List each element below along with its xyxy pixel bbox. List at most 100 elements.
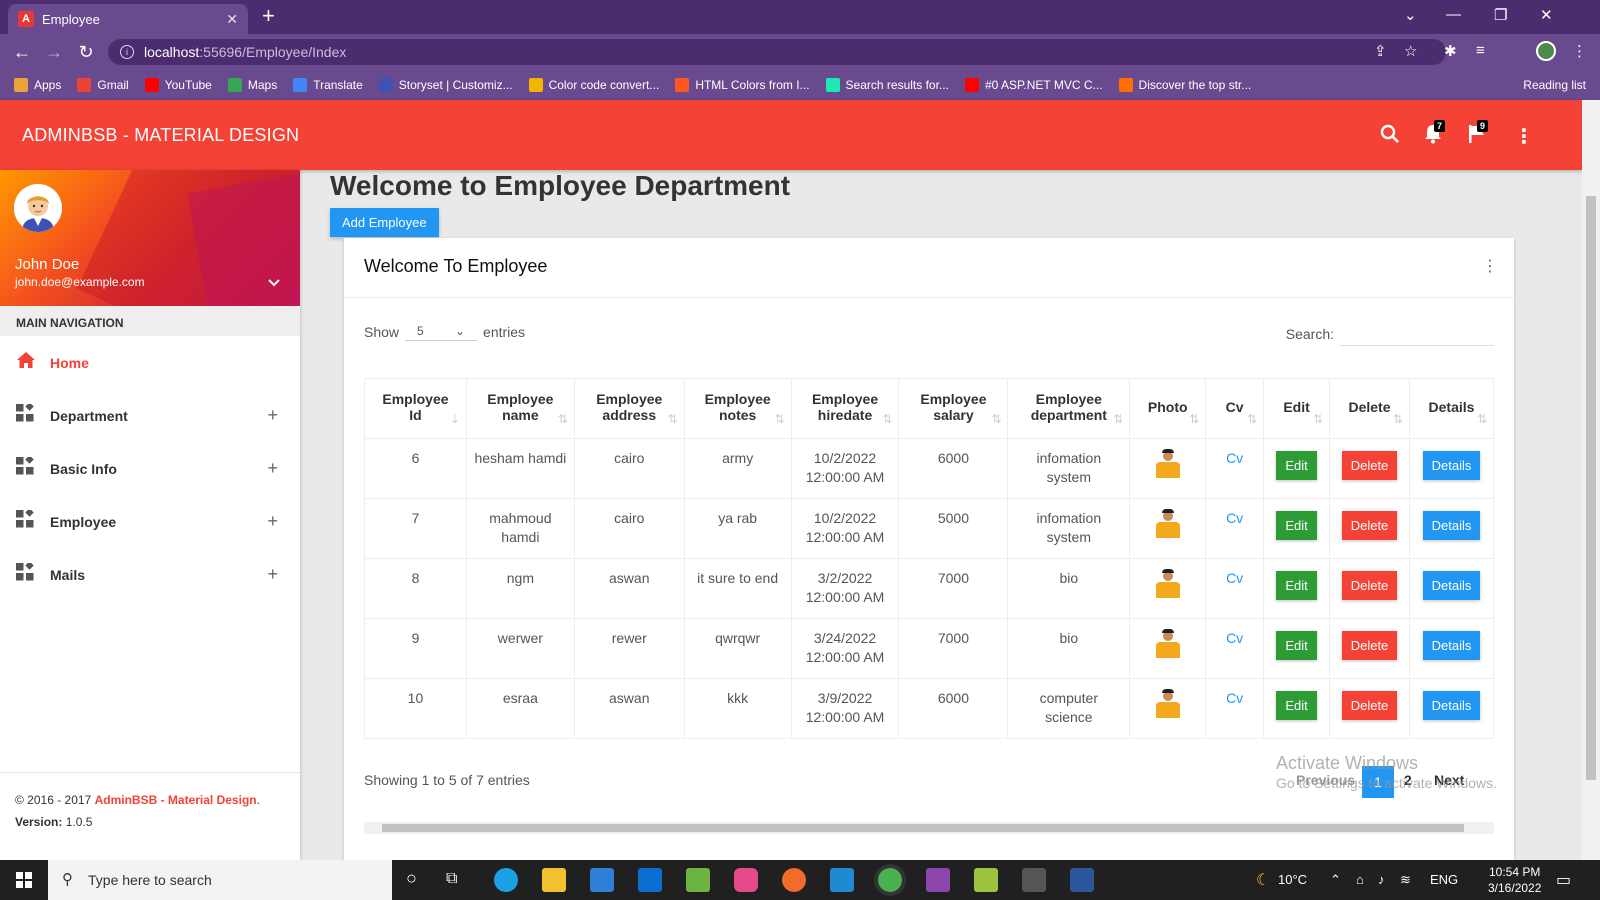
card-more-vert-icon[interactable]: ⋮ [1482,256,1498,276]
column-header[interactable]: Employee address ⇅ [573,378,685,439]
details-button[interactable]: Details [1422,691,1481,720]
delete-button[interactable]: Delete [1341,571,1398,600]
add-employee-button[interactable]: Add Employee [330,208,439,237]
sidebar-item-employee[interactable]: Employee + [0,495,300,548]
snipping-icon[interactable] [974,868,998,892]
tab-search-icon[interactable]: ⌄ [1404,6,1417,24]
bookmark-item[interactable]: HTML Colors from I... [675,78,810,92]
bookmark-item[interactable]: #0 ASP.NET MVC C... [964,78,1103,92]
column-header[interactable]: Cv ⇅ [1205,378,1265,439]
cv-link[interactable]: Cv [1226,690,1243,706]
cv-link[interactable]: Cv [1226,450,1243,466]
share-icon[interactable]: ⇪ [1374,42,1387,60]
language-indicator[interactable]: ENG [1430,872,1458,887]
store-icon[interactable] [590,868,614,892]
sidebar-item-mails[interactable]: Mails + [0,548,300,601]
browser-menu-icon[interactable]: ⋮ [1572,42,1587,60]
cortana-icon[interactable]: ○ [406,868,417,889]
weather-temp[interactable]: 10°C [1278,872,1307,887]
edit-button[interactable]: Edit [1276,571,1317,600]
search-input[interactable] [1340,322,1494,346]
column-header[interactable]: Employee department ⇅ [1007,378,1131,439]
sidebar-item-department[interactable]: Department + [0,389,300,442]
close-window-icon[interactable]: ✕ [1540,6,1553,24]
notification-center-icon[interactable]: ▭ [1556,870,1571,890]
delete-button[interactable]: Delete [1341,631,1398,660]
tray-wifi-icon[interactable]: ≋ [1400,872,1411,888]
notepad-icon[interactable] [686,868,710,892]
column-header[interactable]: Employee hiredate ⇅ [790,378,900,439]
bookmark-item[interactable]: Gmail [77,78,129,92]
employee-photo[interactable] [1152,629,1183,659]
user-avatar[interactable] [14,184,62,232]
weather-moon-icon[interactable]: ☾ [1256,870,1270,890]
tray-network-icon[interactable]: ⌂ [1356,872,1364,887]
details-button[interactable]: Details [1422,571,1481,600]
visual-studio-icon[interactable] [926,868,950,892]
column-header[interactable]: Delete ⇅ [1329,378,1410,439]
taskbar-search-input[interactable]: ⚲ Type here to search [48,860,392,900]
bookmark-item[interactable]: Discover the top str... [1118,78,1251,92]
search-icon[interactable] [1380,124,1400,150]
vscode-icon[interactable] [830,868,854,892]
delete-button[interactable]: Delete [1341,511,1398,540]
new-tab-icon[interactable]: + [262,5,275,27]
employee-photo[interactable] [1152,449,1183,479]
cv-link[interactable]: Cv [1226,510,1243,526]
sidebar-item-basic-info[interactable]: Basic Info + [0,442,300,495]
edit-button[interactable]: Edit [1276,631,1317,660]
chrome-icon[interactable] [878,868,902,892]
bookmark-item[interactable]: Apps [14,78,61,92]
column-header[interactable]: Employee salary ⇅ [898,378,1009,439]
word-icon[interactable] [1070,868,1094,892]
more-vert-icon[interactable]: ⋮ [1514,124,1534,149]
site-info-icon[interactable]: i [120,45,134,59]
column-header[interactable]: Photo ⇅ [1129,378,1207,439]
bookmark-item[interactable]: Maps [227,78,277,92]
expand-plus-icon[interactable]: + [267,458,278,479]
tray-chevron-up-icon[interactable]: ⌃ [1330,872,1341,888]
employee-photo[interactable] [1152,509,1183,539]
bookmark-item[interactable]: Translate [293,78,363,92]
edit-button[interactable]: Edit [1276,451,1317,480]
video-editor-icon[interactable] [1022,868,1046,892]
delete-button[interactable]: Delete [1341,451,1398,480]
profile-avatar[interactable] [1536,41,1556,61]
entries-select[interactable]: 5 ⌄ [405,322,478,341]
footer-brand-link[interactable]: AdminBSB - Material Design [95,793,257,807]
extensions-icon[interactable]: ✱ [1444,42,1457,60]
details-button[interactable]: Details [1422,631,1481,660]
mail-icon[interactable] [638,868,662,892]
windows-start-icon[interactable] [16,872,32,888]
vertical-scrollbar[interactable] [1582,100,1600,860]
restore-icon[interactable]: ❐ [1494,6,1507,24]
bookmark-item[interactable]: Color code convert... [528,78,659,92]
details-button[interactable]: Details [1422,511,1481,540]
user-menu-chevron-down-icon[interactable] [268,274,280,290]
edge-icon[interactable] [494,868,518,892]
file-explorer-icon[interactable] [542,868,566,892]
paint-icon[interactable] [734,868,758,892]
sidebar-item-home[interactable]: Home [0,336,300,389]
taskbar-clock[interactable]: 10:54 PM 3/16/2022 [1488,864,1541,896]
edit-button[interactable]: Edit [1276,691,1317,720]
bookmark-item[interactable]: Search results for... [825,78,949,92]
media-control-icon[interactable]: ≡ [1476,42,1485,59]
bookmark-star-icon[interactable]: ☆ [1404,42,1417,60]
expand-plus-icon[interactable]: + [267,405,278,426]
expand-plus-icon[interactable]: + [267,564,278,585]
details-button[interactable]: Details [1422,451,1481,480]
task-view-icon[interactable]: ⧉ [446,870,457,888]
edit-button[interactable]: Edit [1276,511,1317,540]
postman-icon[interactable] [782,868,806,892]
minimize-icon[interactable]: — [1446,6,1461,23]
column-header[interactable]: Employee name ⇅ [465,378,575,439]
column-header[interactable]: Employee notes ⇅ [683,378,792,439]
tray-volume-icon[interactable]: ♪ [1378,872,1385,887]
delete-button[interactable]: Delete [1341,691,1398,720]
horizontal-scrollbar[interactable] [364,822,1494,834]
browser-tab[interactable]: A Employee ✕ [8,4,248,34]
bookmark-item[interactable]: YouTube [144,78,212,92]
app-brand[interactable]: ADMINBSB - MATERIAL DESIGN [22,125,299,146]
employee-photo[interactable] [1152,689,1183,719]
